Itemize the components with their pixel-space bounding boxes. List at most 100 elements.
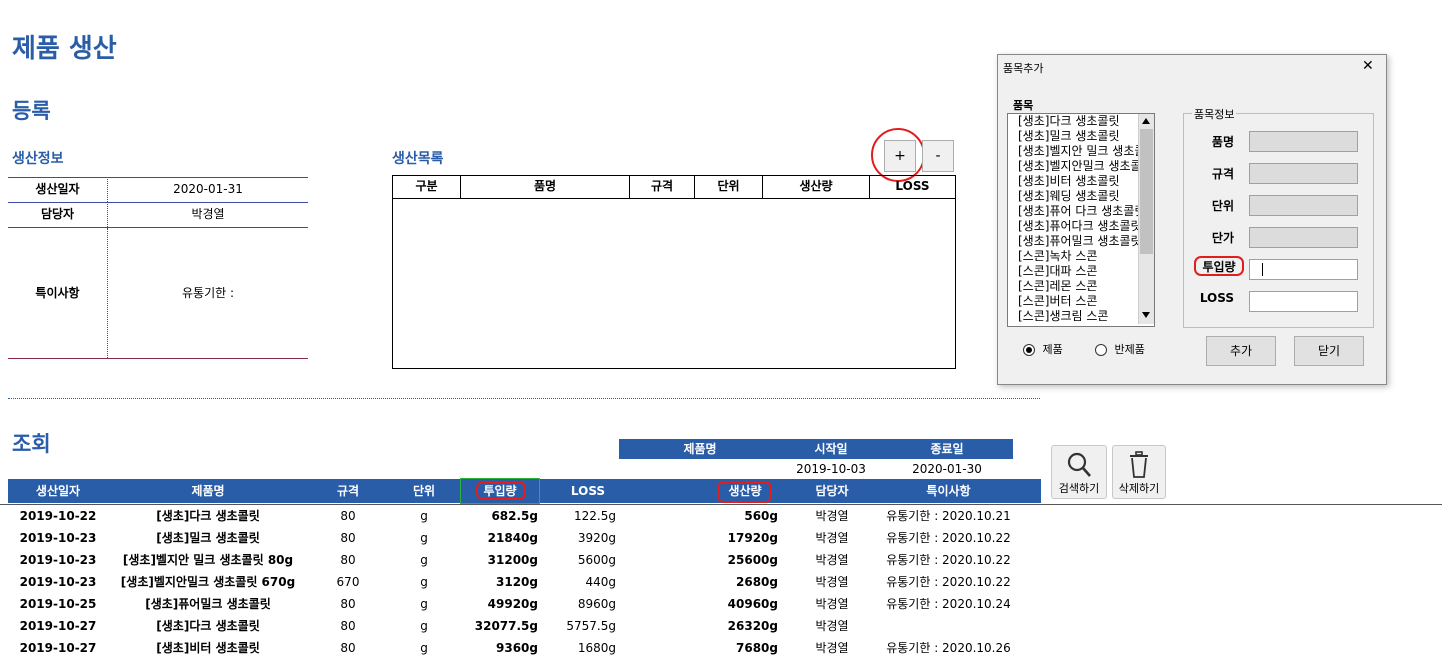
radio-semi-product[interactable]: 반제품 [1095, 341, 1145, 357]
cell-product: [생초]밀크 생초콜릿 [156, 531, 260, 545]
loss-field[interactable] [1249, 291, 1358, 312]
manager-value[interactable]: 박경열 [108, 202, 308, 227]
scroll-down-icon[interactable] [1142, 312, 1150, 318]
col-unit: 단위 [412, 484, 436, 498]
table-row[interactable]: 2019-10-27 [생초]다크 생초콜릿 80 g 32077.5g 575… [8, 615, 1048, 637]
production-date-value[interactable]: 2020-01-31 [108, 177, 308, 202]
cell-input-qty: 31200g [487, 553, 538, 567]
manager-label: 담당자 [40, 207, 75, 221]
table-row[interactable]: 2019-10-27 [생초]비터 생초콜릿 80 g 9360g 1680g … [8, 637, 1048, 659]
item-info-label: 품목정보 [1192, 106, 1237, 122]
col-loss: LOSS [570, 484, 606, 498]
production-list-header: 구분 품명 규격 단위 생산량 LOSS [393, 176, 955, 199]
scroll-thumb[interactable] [1140, 129, 1153, 254]
filter-end-label: 종료일 [930, 442, 964, 456]
cell-remarks: 유통기한 : 2020.10.26 [886, 641, 1011, 655]
item-name-field [1249, 131, 1358, 152]
list-item[interactable]: [스콘]녹차 스콘 [1008, 249, 1154, 264]
list-item[interactable]: [스콘]버터 스콘 [1008, 294, 1154, 309]
col-remarks: 특이사항 [926, 484, 971, 498]
close-icon[interactable]: ✕ [1362, 58, 1374, 74]
cell-production-qty: 2680g [736, 575, 778, 589]
list-item[interactable]: [생초]퓨어 다크 생초콜릿 [1008, 204, 1154, 219]
spec-label: 규격 [1211, 167, 1234, 181]
table-row[interactable]: 2019-10-23 [생초]밀크 생초콜릿 80 g 21840g 3920g… [8, 527, 1048, 549]
cell-product: [생초]벨지안 밀크 생초콜릿 80g [122, 553, 294, 567]
radio-unselected-icon[interactable] [1095, 344, 1107, 356]
add-item-dialog: 품목추가 ✕ 품목 [생초]다크 생초콜릿 [생초]밀크 생초콜릿 [생초]벨지… [997, 54, 1387, 385]
remove-item-button[interactable]: - [922, 140, 954, 172]
cell-spec: 670 [336, 575, 360, 589]
filter-start-input[interactable]: 2019-10-03 [781, 460, 881, 478]
production-info-form: 생산일자 2020-01-31 담당자 박경열 특이사항 유통기한 : [8, 177, 308, 359]
scroll-up-icon[interactable] [1142, 118, 1150, 124]
list-item[interactable]: [생초]웨딩 생초콜릿 [1008, 189, 1154, 204]
cell-input-qty: 32077.5g [474, 619, 538, 633]
cell-manager: 박경열 [815, 575, 849, 589]
cell-production-qty: 560g [744, 509, 778, 523]
cell-production-qty: 7680g [736, 641, 778, 655]
unit-label: 단위 [1211, 199, 1234, 213]
list-item[interactable]: [생초]퓨어다크 생초콜릿 [1008, 219, 1154, 234]
cell-unit: g [420, 597, 428, 611]
dialog-title: 품목추가 [1003, 62, 1044, 75]
add-button[interactable]: 추가 [1206, 336, 1276, 366]
table-row[interactable]: 2019-10-23 [생초]벨지안밀크 생초콜릿 670g 670 g 312… [8, 571, 1048, 593]
filter-values-row: 2019-10-03 2020-01-30 [619, 460, 1013, 478]
table-row[interactable]: 2019-10-25 [생초]퓨어밀크 생초콜릿 80 g 49920g 896… [8, 593, 1048, 615]
cell-input-qty: 9360g [496, 641, 538, 655]
input-qty-label: 투입량 [1194, 256, 1244, 276]
cell-product: [생초]벨지안밀크 생초콜릿 670g [120, 575, 296, 589]
cell-production-qty: 26320g [727, 619, 778, 633]
cell-unit: g [420, 553, 428, 567]
input-qty-field[interactable] [1249, 259, 1358, 280]
radio-product[interactable]: 제품 [1023, 341, 1063, 357]
col-loss: LOSS [895, 179, 930, 193]
table-row[interactable]: 2019-10-23 [생초]벨지안 밀크 생초콜릿 80g 80 g 3120… [8, 549, 1048, 571]
filter-end-input[interactable]: 2020-01-30 [881, 460, 1013, 478]
cell-loss: 8960g [577, 597, 616, 611]
cell-manager: 박경열 [815, 619, 849, 633]
col-category: 구분 [393, 176, 461, 198]
cell-loss: 440g [585, 575, 616, 589]
item-listbox[interactable]: [생초]다크 생초콜릿 [생초]밀크 생초콜릿 [생초]벨지안 밀크 생초콜 [… [1007, 113, 1155, 327]
production-qty-highlight [717, 481, 772, 503]
trash-icon [1130, 451, 1148, 478]
item-info-frame: 품목정보 품명 규격 단위 단가 투입량 LOSS [1183, 106, 1374, 328]
list-item[interactable]: [스콘]생크림 스콘 [1008, 309, 1154, 324]
list-item[interactable]: [생초]밀크 생초콜릿 [1008, 129, 1154, 144]
production-list-table: 구분 품명 규격 단위 생산량 LOSS [392, 175, 956, 369]
list-item[interactable]: [스콘]대파 스콘 [1008, 264, 1154, 279]
list-item[interactable]: [생초]다크 생초콜릿 [1008, 114, 1154, 129]
table-row[interactable]: 2019-10-22 [생초]다크 생초콜릿 80 g 682.5g 122.5… [8, 505, 1048, 527]
search-icon [1067, 452, 1091, 477]
list-item[interactable]: [생초]벨지안밀크 생초콜 [1008, 159, 1154, 174]
col-production-date: 생산일자 [35, 484, 81, 498]
cell-remarks: 유통기한 : 2020.10.24 [886, 597, 1011, 611]
col-spec: 규격 [336, 484, 360, 498]
list-item[interactable]: [생초]벨지안 밀크 생초콜 [1008, 144, 1154, 159]
cell-manager: 박경열 [815, 531, 849, 545]
cell-loss: 1680g [577, 641, 616, 655]
close-button[interactable]: 닫기 [1294, 336, 1364, 366]
page-title: 제품 생산 [12, 34, 117, 64]
remarks-value[interactable]: 유통기한 : [108, 228, 308, 358]
cell-date: 2019-10-27 [19, 619, 97, 633]
cell-loss: 5600g [577, 553, 616, 567]
list-item[interactable]: [생초]퓨어밀크 생초콜릿 [1008, 234, 1154, 249]
col-spec: 규격 [630, 176, 695, 198]
listbox-scrollbar[interactable] [1138, 114, 1154, 324]
col-production-qty: 생산량 [763, 176, 870, 198]
filter-product-label: 제품명 [683, 442, 717, 456]
radio-selected-icon[interactable] [1023, 344, 1035, 356]
list-item[interactable]: [생초]비터 생초콜릿 [1008, 174, 1154, 189]
cell-date: 2019-10-23 [19, 531, 97, 545]
cell-unit: g [420, 509, 428, 523]
delete-button[interactable]: 삭제하기 [1112, 445, 1166, 499]
cell-date: 2019-10-23 [19, 553, 97, 567]
list-item[interactable]: [스콘]레몬 스콘 [1008, 279, 1154, 294]
cell-unit: g [420, 641, 428, 655]
search-button[interactable]: 검색하기 [1051, 445, 1107, 499]
search-button-label: 검색하기 [1058, 482, 1100, 495]
cell-manager: 박경열 [815, 597, 849, 611]
